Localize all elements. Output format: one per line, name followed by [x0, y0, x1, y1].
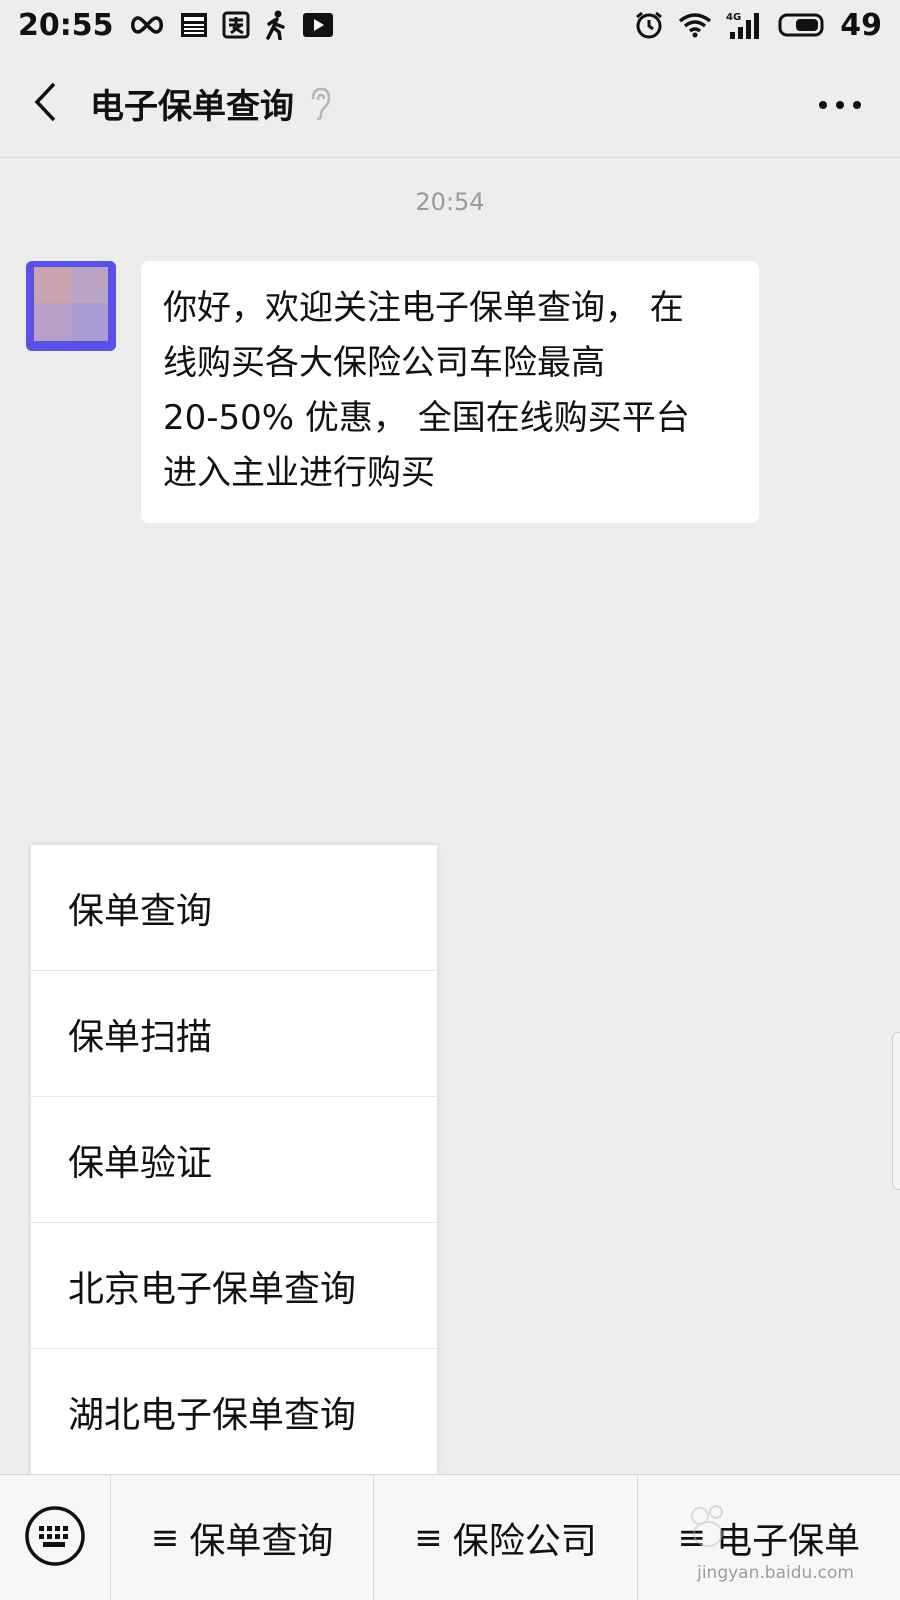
- side-drawer-handle[interactable]: [892, 1032, 900, 1190]
- infinity-icon: [128, 14, 166, 36]
- chevron-left-icon: [32, 81, 58, 127]
- message-line: 20-50% 优惠， 全国在线购买平台: [163, 398, 690, 438]
- battery-level: 49: [840, 7, 882, 43]
- nav-bar: 电子保单查询: [0, 50, 900, 158]
- avatar[interactable]: [26, 261, 116, 351]
- menu-icon: ≡: [414, 1517, 443, 1558]
- battery-icon: [778, 12, 826, 38]
- menu-tab-label: 电子保单: [716, 1520, 861, 1562]
- menu-icon: ≡: [677, 1517, 707, 1558]
- pay-icon: [222, 11, 250, 39]
- message-line: 你好，欢迎关注电子保单查询， 在: [163, 288, 684, 328]
- wifi-icon: [678, 12, 712, 38]
- keyboard-toggle-button[interactable]: [0, 1475, 110, 1600]
- more-button[interactable]: [810, 80, 870, 128]
- status-time: 20:55: [18, 7, 114, 43]
- news-icon: [180, 12, 208, 38]
- popup-item-policy-query[interactable]: 保单查询: [31, 845, 437, 971]
- network-label: 4G: [726, 12, 741, 23]
- popup-item-hubei-query[interactable]: 湖北电子保单查询: [31, 1349, 437, 1475]
- menu-tab-label: 保单查询: [189, 1520, 334, 1562]
- message-line: 线购买各大保险公司车险最高: [163, 343, 605, 383]
- walk-icon: [264, 10, 288, 40]
- menu-icon: ≡: [150, 1517, 180, 1558]
- popup-menu: 保单查询 保单扫描 保单验证 北京电子保单查询 湖北电子保单查询: [31, 845, 437, 1475]
- video-icon: [302, 12, 334, 38]
- status-bar: 20:55 4G 49: [0, 0, 900, 50]
- message-bubble[interactable]: 你好，欢迎关注电子保单查询， 在 线购买各大保险公司车险最高 20-50% 优惠…: [141, 261, 759, 523]
- popup-item-beijing-query[interactable]: 北京电子保单查询: [31, 1223, 437, 1349]
- popup-item-policy-verify[interactable]: 保单验证: [31, 1097, 437, 1223]
- popup-item-policy-scan[interactable]: 保单扫描: [31, 971, 437, 1097]
- message-timestamp: 20:54: [415, 188, 485, 216]
- status-bar-left: 20:55: [18, 8, 334, 43]
- back-button[interactable]: [0, 50, 90, 158]
- watermark-text: jingyan.baidu.com: [697, 1563, 854, 1583]
- alarm-icon: [634, 10, 664, 40]
- status-bar-right: 4G 49: [634, 8, 882, 43]
- keyboard-icon: [24, 1505, 86, 1571]
- ear-icon: [308, 86, 332, 122]
- menu-tab-policy-query[interactable]: ≡ 保单查询: [110, 1474, 373, 1600]
- page-title: 电子保单查询: [90, 87, 294, 127]
- signal-4g-icon: 4G: [726, 10, 764, 40]
- more-icon: [818, 95, 862, 114]
- menu-tab-insurance-company[interactable]: ≡ 保险公司: [373, 1474, 636, 1600]
- menu-tab-label: 保险公司: [452, 1520, 597, 1562]
- message-line: 进入主业进行购买: [163, 453, 435, 493]
